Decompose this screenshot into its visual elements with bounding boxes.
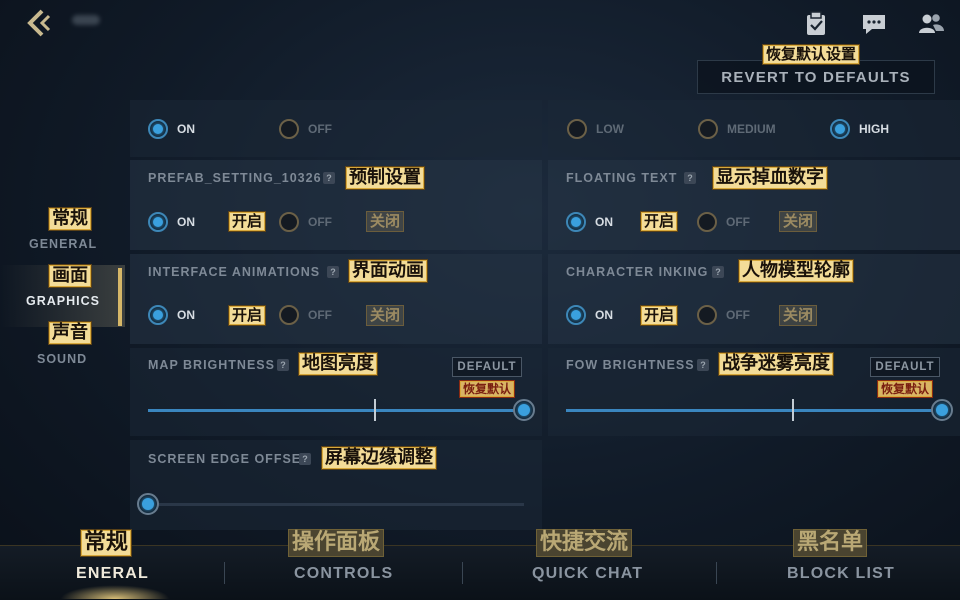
annotation-graphics: 画面 bbox=[48, 264, 92, 288]
radio-label-off: OFF bbox=[308, 308, 332, 322]
radio-character-inking-off[interactable] bbox=[697, 305, 717, 325]
chat-icon[interactable] bbox=[860, 10, 888, 38]
fow-brightness-title: FOW BRIGHTNESS bbox=[566, 358, 695, 372]
help-icon[interactable]: ? bbox=[277, 359, 289, 371]
annotation-fow-brightness: 战争迷雾亮度 bbox=[718, 352, 834, 376]
annotation-tab-general: 常规 bbox=[80, 529, 133, 557]
sidebar-item-sound[interactable]: SOUND bbox=[37, 352, 87, 366]
radio-floating-text-off[interactable] bbox=[697, 212, 717, 232]
radio-quality-low[interactable] bbox=[567, 119, 587, 139]
character-inking-title: CHARACTER INKING bbox=[566, 265, 709, 279]
slider-knob[interactable] bbox=[513, 399, 535, 421]
radio-label-on: ON bbox=[177, 122, 195, 136]
help-icon[interactable]: ? bbox=[299, 453, 311, 465]
slider-fill bbox=[566, 409, 942, 412]
annotation-default: 恢复默认 bbox=[459, 380, 516, 398]
annotation-default: 恢复默认 bbox=[877, 380, 934, 398]
radio-quality-medium[interactable] bbox=[698, 119, 718, 139]
radio-label-low: LOW bbox=[596, 122, 624, 136]
tab-general[interactable]: ENERAL bbox=[76, 565, 149, 583]
help-icon[interactable]: ? bbox=[323, 172, 335, 184]
radio-interface-animations-on[interactable] bbox=[148, 305, 168, 325]
radio-row0-off[interactable] bbox=[279, 119, 299, 139]
radio-prefab-off[interactable] bbox=[279, 212, 299, 232]
help-icon[interactable]: ? bbox=[697, 359, 709, 371]
tab-separator bbox=[716, 562, 717, 584]
interface-animations-title: INTERFACE ANIMATIONS bbox=[148, 265, 321, 279]
annotation-general: 常规 bbox=[48, 207, 92, 231]
annotation-interface-animations: 界面动画 bbox=[348, 259, 428, 283]
screen-edge-offset-slider[interactable] bbox=[137, 493, 524, 515]
annotation-off: 关闭 bbox=[779, 211, 818, 232]
map-brightness-slider[interactable] bbox=[148, 399, 535, 421]
radio-label-off: OFF bbox=[726, 215, 750, 229]
radio-character-inking-on[interactable] bbox=[566, 305, 586, 325]
annotation-prefab: 预制设置 bbox=[345, 166, 425, 190]
radio-label-off: OFF bbox=[308, 215, 332, 229]
revert-to-defaults-button[interactable]: REVERT TO DEFAULTS bbox=[697, 60, 935, 94]
tab-block-list[interactable]: BLOCK LIST bbox=[787, 565, 895, 583]
player-name-blurred bbox=[72, 15, 100, 25]
annotation-tab-block-list: 黑名单 bbox=[793, 529, 868, 557]
slider-knob[interactable] bbox=[931, 399, 953, 421]
annotation-tab-quick-chat: 快捷交流 bbox=[536, 529, 633, 557]
fow-brightness-slider[interactable] bbox=[566, 399, 953, 421]
annotation-on: 开启 bbox=[640, 305, 679, 326]
radio-label-off: OFF bbox=[308, 122, 332, 136]
tab-separator bbox=[224, 562, 225, 584]
annotation-off: 关闭 bbox=[779, 305, 818, 326]
annotation-map-brightness: 地图亮度 bbox=[298, 352, 378, 376]
slider-knob[interactable] bbox=[137, 493, 159, 515]
prefab-title: PREFAB_SETTING_10326 bbox=[148, 171, 322, 185]
fow-brightness-default-button[interactable]: DEFAULT bbox=[870, 357, 940, 377]
annotation-off: 关闭 bbox=[366, 305, 405, 326]
sidebar-item-general[interactable]: GENERAL bbox=[29, 237, 97, 251]
help-icon[interactable]: ? bbox=[327, 266, 339, 278]
annotation-tab-controls: 操作面板 bbox=[288, 529, 385, 557]
annotation-screen-edge: 屏幕边缘调整 bbox=[321, 446, 437, 470]
radio-floating-text-on[interactable] bbox=[566, 212, 586, 232]
radio-label-on: ON bbox=[177, 215, 195, 229]
radio-label-high: HIGH bbox=[859, 122, 889, 136]
slider-default-mark bbox=[791, 399, 794, 421]
tab-quick-chat[interactable]: QUICK CHAT bbox=[532, 565, 643, 583]
slider-fill bbox=[148, 409, 524, 412]
radio-label-on: ON bbox=[595, 215, 613, 229]
radio-row0-on[interactable] bbox=[148, 119, 168, 139]
map-brightness-title: MAP BRIGHTNESS bbox=[148, 358, 275, 372]
back-arrow-icon[interactable] bbox=[22, 6, 56, 40]
top-bar bbox=[0, 0, 960, 50]
annotation-character-inking: 人物模型轮廓 bbox=[738, 259, 854, 283]
clipboard-icon[interactable] bbox=[802, 10, 830, 38]
radio-label-medium: MEDIUM bbox=[727, 122, 776, 136]
annotation-revert: 恢复默认设置 bbox=[762, 44, 861, 65]
radio-label-on: ON bbox=[177, 308, 195, 322]
bottom-tab-active-glow bbox=[60, 585, 170, 599]
map-brightness-default-button[interactable]: DEFAULT bbox=[452, 357, 522, 377]
tab-controls[interactable]: CONTROLS bbox=[294, 565, 393, 583]
radio-label-off: OFF bbox=[726, 308, 750, 322]
radio-label-on: ON bbox=[595, 308, 613, 322]
help-icon[interactable]: ? bbox=[684, 172, 696, 184]
annotation-on: 开启 bbox=[640, 211, 679, 232]
sidebar-item-graphics[interactable]: GRAPHICS bbox=[26, 294, 100, 308]
floating-text-title: FLOATING TEXT bbox=[566, 171, 678, 185]
friends-icon[interactable] bbox=[917, 10, 945, 38]
radio-interface-animations-off[interactable] bbox=[279, 305, 299, 325]
annotation-floating-text: 显示掉血数字 bbox=[712, 166, 828, 190]
radio-prefab-on[interactable] bbox=[148, 212, 168, 232]
annotation-on: 开启 bbox=[228, 305, 267, 326]
annotation-off: 关闭 bbox=[366, 211, 405, 232]
tab-separator bbox=[462, 562, 463, 584]
radio-quality-high[interactable] bbox=[830, 119, 850, 139]
slider-default-mark bbox=[373, 399, 376, 421]
annotation-on: 开启 bbox=[228, 211, 267, 232]
screen-edge-offset-title: SCREEN EDGE OFFSET bbox=[148, 452, 310, 466]
help-icon[interactable]: ? bbox=[712, 266, 724, 278]
annotation-sound: 声音 bbox=[48, 321, 92, 345]
sidebar-active-indicator bbox=[118, 268, 122, 326]
